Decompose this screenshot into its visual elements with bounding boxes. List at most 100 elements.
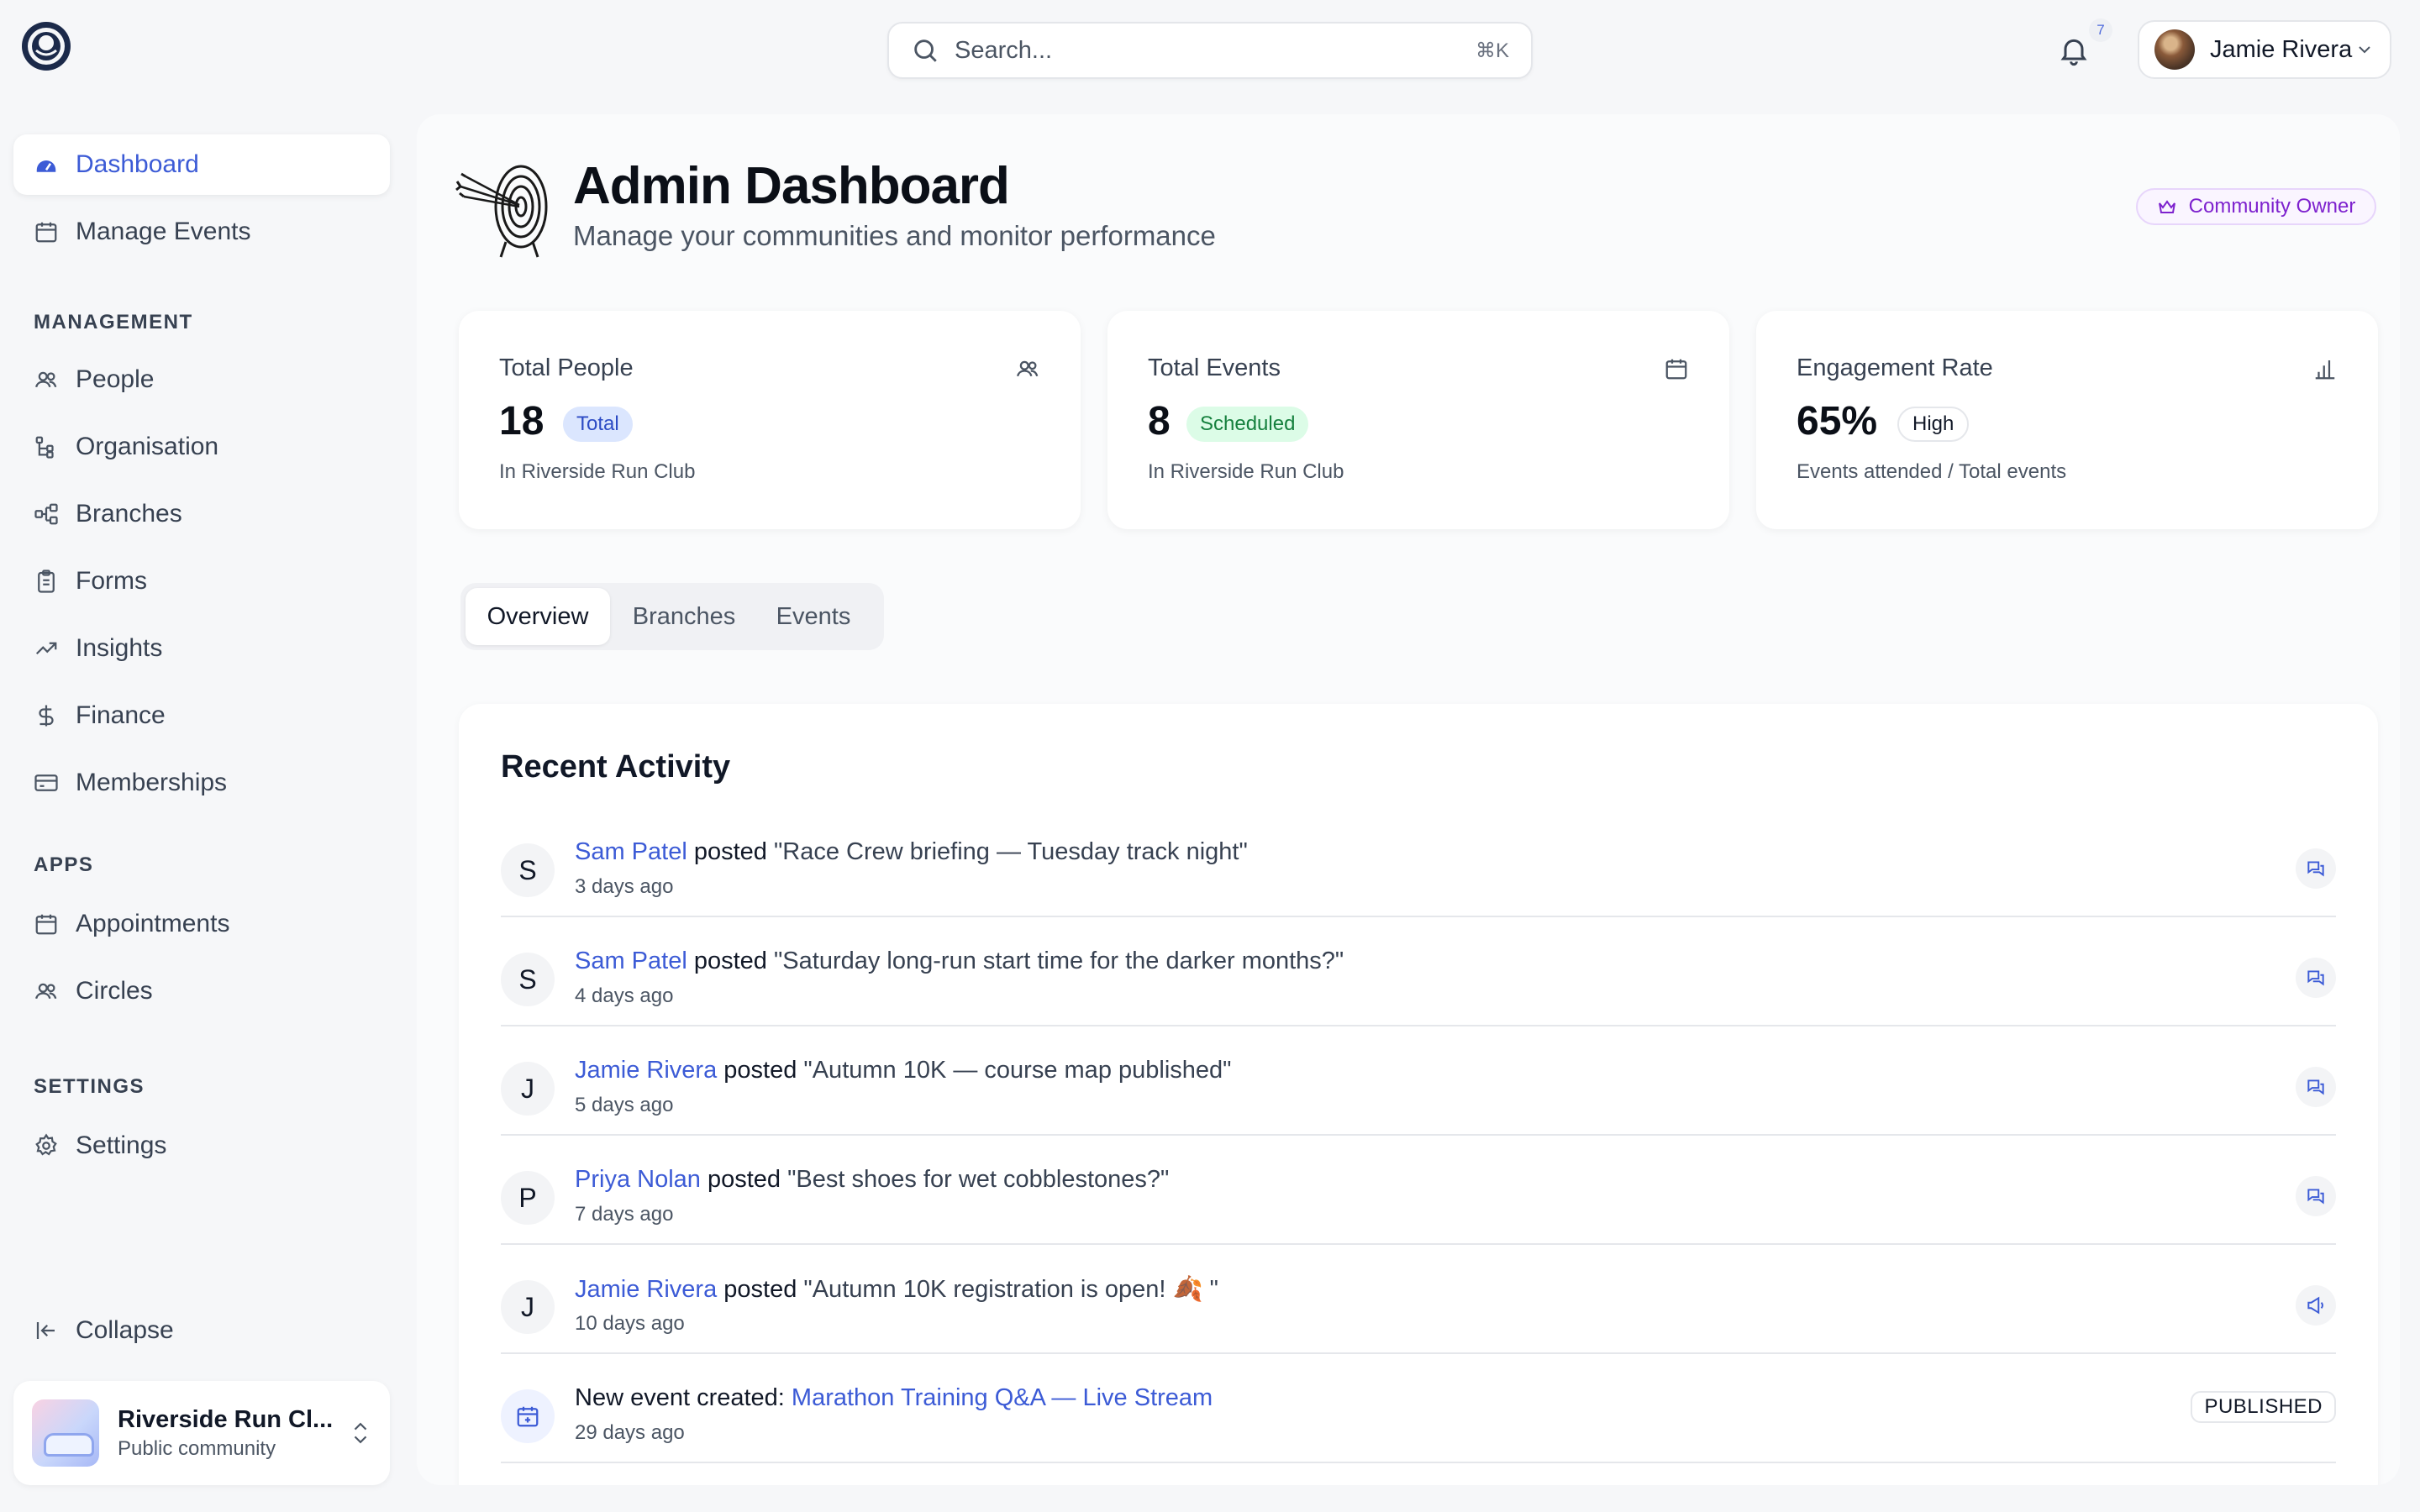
activity-row[interactable]: J Jamie Rivera posted "Autumn 10K — cour… (501, 1026, 2336, 1136)
activity-time: 10 days ago (575, 1312, 685, 1335)
community-name: Riverside Run Cl... (118, 1405, 334, 1433)
stat-pill: Total (563, 407, 633, 442)
sidebar-item-label: People (76, 365, 155, 393)
sidebar-item-appointments[interactable]: Appointments (13, 894, 390, 954)
sidebar-item-finance[interactable]: Finance (13, 685, 390, 746)
collapse-icon (34, 1318, 59, 1343)
activity-author-link[interactable]: Sam Patel (575, 948, 687, 974)
calendar-icon (34, 911, 59, 937)
collapse-button[interactable]: Collapse (13, 1300, 390, 1361)
activity-row[interactable]: P Priya Nolan posted "Best shoes for wet… (501, 1136, 2336, 1245)
main-content: Admin Dashboard Manage your communities … (417, 114, 2400, 1485)
stat-label: Engagement Rate (1797, 354, 1993, 381)
dollar-icon (34, 703, 59, 728)
sidebar-item-label: Branches (76, 500, 182, 528)
sidebar-item-branches[interactable]: Branches (13, 484, 390, 544)
sidebar-item-label: Forms (76, 567, 147, 595)
activity-row[interactable]: S Sam Patel posted "Saturday long-run st… (501, 917, 2336, 1026)
tab-branches[interactable]: Branches (617, 588, 751, 645)
calendar-icon (34, 219, 59, 244)
activity-text: "Autumn 10K — course map published" (803, 1057, 1232, 1084)
sidebar-item-people[interactable]: People (13, 349, 390, 410)
sidebar-item-label: Memberships (76, 769, 228, 796)
sidebar-item-circles[interactable]: Circles (13, 961, 390, 1021)
activity-prefix: New event created: (575, 1384, 785, 1411)
megaphone-icon[interactable] (2296, 1285, 2336, 1326)
page-title: Admin Dashboard (573, 157, 1010, 215)
sidebar-item-insights[interactable]: Insights (13, 618, 390, 679)
activity-author-link[interactable]: Sam Patel (575, 838, 687, 865)
stat-card-total-events: Total Events 8 Scheduled In Riverside Ru… (1107, 311, 1729, 529)
stat-value: 65% (1797, 399, 1878, 444)
sidebar-item-label: Manage Events (76, 218, 251, 245)
community-image (32, 1399, 99, 1467)
activity-text: "Autumn 10K registration is open! 🍂 " (803, 1276, 1218, 1303)
chat-icon[interactable] (2296, 848, 2336, 889)
stat-card-total-people: Total People 18 Total In Riverside Run C… (459, 311, 1081, 529)
chevron-up-down-icon (350, 1418, 371, 1448)
activity-time: 29 days ago (575, 1421, 685, 1444)
chevron-down-icon (2354, 39, 2375, 60)
sidebar-item-memberships[interactable]: Memberships (13, 753, 390, 813)
stat-note: In Riverside Run Club (1148, 460, 1344, 483)
activity-author-link[interactable]: Priya Nolan (575, 1166, 701, 1193)
stat-value: 18 (499, 399, 544, 444)
activity-verb: posted (723, 1057, 797, 1084)
chat-icon[interactable] (2296, 1176, 2336, 1216)
trend-up-icon (34, 636, 59, 661)
calendar-plus-icon (501, 1389, 555, 1443)
activity-row[interactable]: S Sam Patel posted "Race Crew briefing —… (501, 808, 2336, 917)
sidebar-item-label: Dashboard (76, 150, 199, 178)
tab-overview[interactable]: Overview (466, 588, 610, 645)
search-icon (911, 36, 939, 65)
page-subtitle: Manage your communities and monitor perf… (573, 220, 1216, 251)
sidebar-item-organisation[interactable]: Organisation (13, 417, 390, 477)
stat-value: 8 (1148, 399, 1171, 444)
org-tree-icon (34, 434, 59, 459)
activity-row[interactable] (501, 1463, 2336, 1485)
event-link[interactable]: Marathon Training Q&A — Live Stream (792, 1384, 1213, 1411)
recent-activity-card: Recent Activity S Sam Patel posted "Race… (459, 704, 2378, 1485)
role-badge-label: Community Owner (2188, 195, 2356, 218)
activity-author-link[interactable]: Jamie Rivera (575, 1276, 717, 1303)
user-name: Jamie Rivera (2210, 35, 2353, 63)
activity-text: "Race Crew briefing — Tuesday track nigh… (774, 838, 1248, 865)
sidebar-item-settings[interactable]: Settings (13, 1116, 390, 1176)
sidebar-item-forms[interactable]: Forms (13, 551, 390, 612)
stat-pill: High (1897, 407, 1970, 442)
community-switcher[interactable]: Riverside Run Cl... Public community (13, 1381, 390, 1485)
chat-icon[interactable] (2296, 1067, 2336, 1107)
search-placeholder: Search... (955, 36, 1053, 64)
activity-row[interactable]: New event created: Marathon Training Q&A… (501, 1354, 2336, 1463)
activity-verb: posted (693, 948, 767, 974)
tab-events[interactable]: Events (755, 588, 872, 645)
section-label-settings: SETTINGS (34, 1075, 145, 1098)
user-menu-button[interactable]: Jamie Rivera (2138, 20, 2391, 79)
activity-text: "Saturday long-run start time for the da… (774, 948, 1344, 974)
sidebar-item-label: Appointments (76, 910, 230, 937)
activity-row[interactable]: J Jamie Rivera posted "Autumn 10K regist… (501, 1245, 2336, 1354)
activity-time: 4 days ago (575, 984, 674, 1007)
section-label-management: MANAGEMENT (34, 311, 193, 333)
activity-time: 3 days ago (575, 875, 674, 898)
chat-icon[interactable] (2296, 958, 2336, 998)
card-icon (34, 770, 59, 795)
search-shortcut: ⌘K (1475, 39, 1509, 62)
search-input[interactable]: Search... ⌘K (887, 22, 1533, 79)
stat-label: Total Events (1148, 354, 1281, 381)
activity-author-link[interactable]: Jamie Rivera (575, 1057, 717, 1084)
people-icon (1015, 356, 1040, 381)
stat-card-engagement-rate: Engagement Rate 65% High Events attended… (1756, 311, 2378, 529)
bell-icon[interactable] (2055, 32, 2092, 69)
sidebar-item-manage-events[interactable]: Manage Events (13, 202, 390, 262)
avatar: J (501, 1280, 555, 1334)
avatar (2154, 29, 2195, 70)
app-logo[interactable] (20, 20, 72, 72)
notification-count-badge: 7 (2089, 18, 2112, 42)
people-icon (34, 367, 59, 392)
status-badge: PUBLISHED (2191, 1391, 2336, 1423)
branches-icon (34, 501, 59, 527)
activity-verb: posted (707, 1166, 781, 1193)
sidebar-item-dashboard[interactable]: Dashboard (13, 134, 390, 195)
people-icon (34, 979, 59, 1004)
